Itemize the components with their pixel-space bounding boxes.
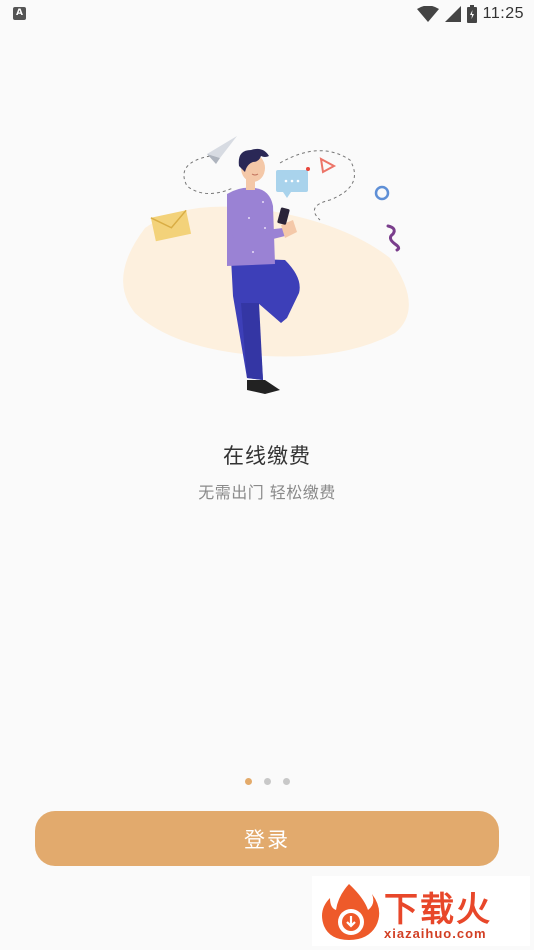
status-icons: 11:25	[416, 4, 524, 24]
status-bar: A 11:25	[0, 0, 534, 28]
page-dot-active[interactable]	[244, 778, 252, 785]
watermark-url: xiazaihuo.com	[384, 926, 487, 941]
cell-signal-icon	[444, 6, 461, 22]
flame-logo-icon	[322, 884, 380, 940]
watermark-brand: 下载火	[384, 890, 492, 930]
page-dot[interactable]	[263, 778, 271, 785]
page-dot[interactable]	[282, 778, 290, 785]
man-with-phone-illustration	[123, 136, 409, 394]
onboarding-title: 在线缴费	[223, 444, 311, 468]
status-time: 11:25	[482, 5, 524, 22]
watermark: 下载火 xiazaihuo.com	[312, 876, 530, 946]
onboarding-subtitle: 无需出门 轻松缴费	[198, 483, 336, 502]
page-indicator	[0, 778, 534, 785]
wifi-icon	[416, 6, 439, 22]
notification-icon: A	[13, 7, 26, 20]
battery-icon	[466, 5, 477, 23]
login-button[interactable]: 登录	[35, 811, 499, 866]
